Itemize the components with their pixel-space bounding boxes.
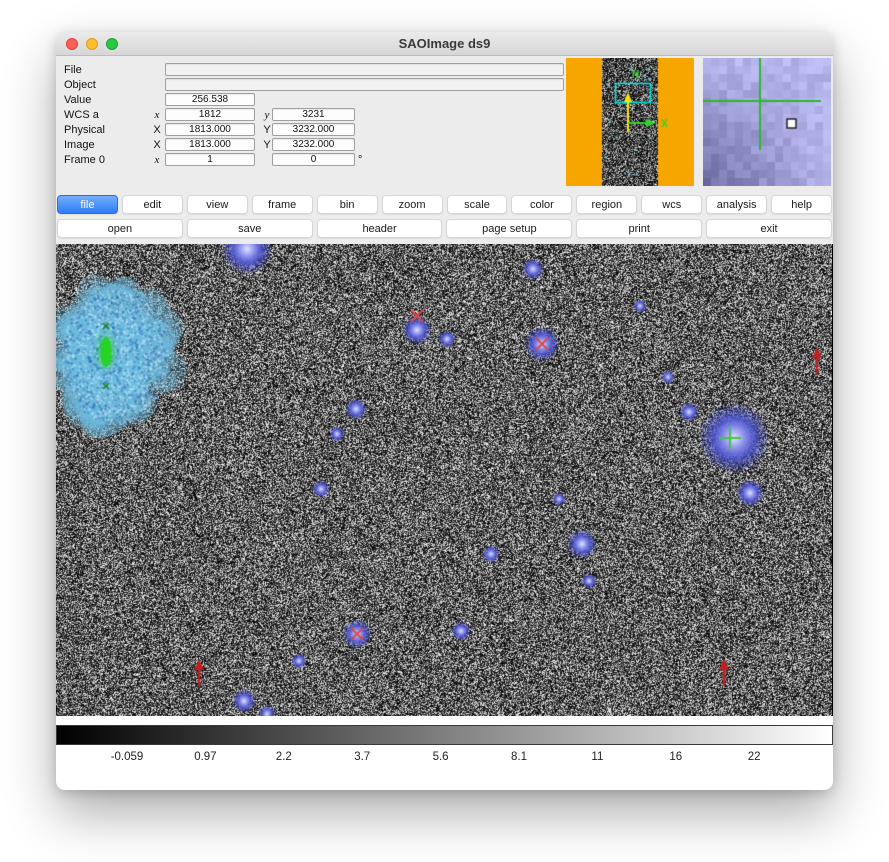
info-field-physical-2: 3232.000: [272, 123, 355, 136]
file-button-open[interactable]: open: [57, 219, 183, 238]
fullscreen-button[interactable]: [106, 38, 118, 50]
info-panel: FileObjectValue256.538WCS ax1812y3231Phy…: [64, 58, 566, 167]
bottom-section: -0.059 0.97 2.2 3.7 5.6 8.1 11 16 22: [56, 716, 833, 790]
info-label-frame: Frame 0: [64, 154, 149, 166]
colorbar-tick-label: 3.7: [354, 751, 370, 763]
info-row-frame: Frame 0x1 0°: [64, 152, 566, 167]
degree-symbol: °: [358, 154, 362, 166]
menu-button-help[interactable]: help: [771, 195, 832, 214]
menu-button-row: fileeditviewframebinzoomscalecolorregion…: [56, 195, 833, 214]
colorbar-tick-label: -0.059: [111, 751, 144, 763]
info-sublabel-wcs: x: [149, 109, 165, 121]
info-row-object: Object: [64, 77, 566, 92]
menu-button-zoom[interactable]: zoom: [382, 195, 443, 214]
colorbar-tick-label: 2.2: [276, 751, 292, 763]
image-canvas[interactable]: [56, 244, 832, 716]
info-row-file: File: [64, 62, 566, 77]
menu-button-scale[interactable]: scale: [447, 195, 508, 214]
info-label-wcs: WCS a: [64, 109, 149, 121]
colorbar-tick-label: 0.97: [194, 751, 216, 763]
info-field-value: 256.538: [165, 93, 255, 106]
info-sublabel-frame: x: [149, 154, 165, 166]
info-label-object: Object: [64, 79, 149, 91]
info-label-physical: Physical: [64, 124, 149, 136]
image-area: [56, 244, 833, 716]
file-button-save[interactable]: save: [187, 219, 313, 238]
colorbar-tick-label: 5.6: [433, 751, 449, 763]
info-sublabel-image-2: Y: [262, 139, 272, 151]
traffic-lights: [66, 38, 118, 50]
window-title: SAOImage ds9: [399, 36, 491, 51]
menu-button-color[interactable]: color: [511, 195, 572, 214]
ds9-window: SAOImage ds9 FileObjectValue256.538WCS a…: [56, 32, 833, 790]
titlebar[interactable]: SAOImage ds9: [56, 32, 833, 56]
info-row-value: Value 256.538: [64, 92, 566, 107]
colorbar-tick-label: 16: [669, 751, 682, 763]
menu-button-view[interactable]: view: [187, 195, 248, 214]
close-button[interactable]: [66, 38, 78, 50]
info-sublabel-image: X: [149, 139, 165, 151]
menu-button-frame[interactable]: frame: [252, 195, 313, 214]
info-label-file: File: [64, 64, 149, 76]
colorbar-tick-label: 22: [748, 751, 761, 763]
info-field-wcs: 1812: [165, 108, 255, 121]
info-field-image-2: 3232.000: [272, 138, 355, 151]
info-field-object: [165, 78, 564, 91]
menu-button-wcs[interactable]: wcs: [641, 195, 702, 214]
file-button-row: opensaveheaderpage setupprintexit: [56, 219, 833, 238]
menu-button-analysis[interactable]: analysis: [706, 195, 767, 214]
info-field-file: [165, 63, 564, 76]
colorbar[interactable]: [56, 725, 833, 745]
menu-button-file[interactable]: file: [57, 195, 118, 214]
info-field-physical: 1813.000: [165, 123, 255, 136]
info-field-frame-2: 0: [272, 153, 355, 166]
file-button-exit[interactable]: exit: [706, 219, 832, 238]
colorbar-tick-label: 11: [591, 751, 603, 763]
info-row-physical: PhysicalX1813.000 Y3232.000: [64, 122, 566, 137]
top-panel: FileObjectValue256.538WCS ax1812y3231Phy…: [56, 56, 833, 188]
menu-button-region[interactable]: region: [576, 195, 637, 214]
info-field-image: 1813.000: [165, 138, 255, 151]
magnifier: [703, 58, 831, 186]
info-label-image: Image: [64, 139, 149, 151]
file-button-print[interactable]: print: [576, 219, 702, 238]
info-sublabel-physical-2: Y: [262, 124, 272, 136]
menu-button-edit[interactable]: edit: [122, 195, 183, 214]
info-row-image: ImageX1813.000 Y3232.000: [64, 137, 566, 152]
info-row-wcs: WCS ax1812 y3231: [64, 107, 566, 122]
info-label-value: Value: [64, 94, 149, 106]
colorbar-tick-label: 8.1: [511, 751, 527, 763]
info-field-frame: 1: [165, 153, 255, 166]
info-field-wcs-2: 3231: [272, 108, 355, 121]
file-button-page-setup[interactable]: page setup: [446, 219, 572, 238]
file-button-header[interactable]: header: [317, 219, 443, 238]
info-sublabel-wcs-2: y: [262, 109, 272, 121]
colorbar-labels: -0.059 0.97 2.2 3.7 5.6 8.1 11 16 22: [56, 751, 833, 766]
menu-button-bin[interactable]: bin: [317, 195, 378, 214]
panner[interactable]: [566, 58, 694, 186]
minimize-button[interactable]: [86, 38, 98, 50]
info-sublabel-physical: X: [149, 124, 165, 136]
